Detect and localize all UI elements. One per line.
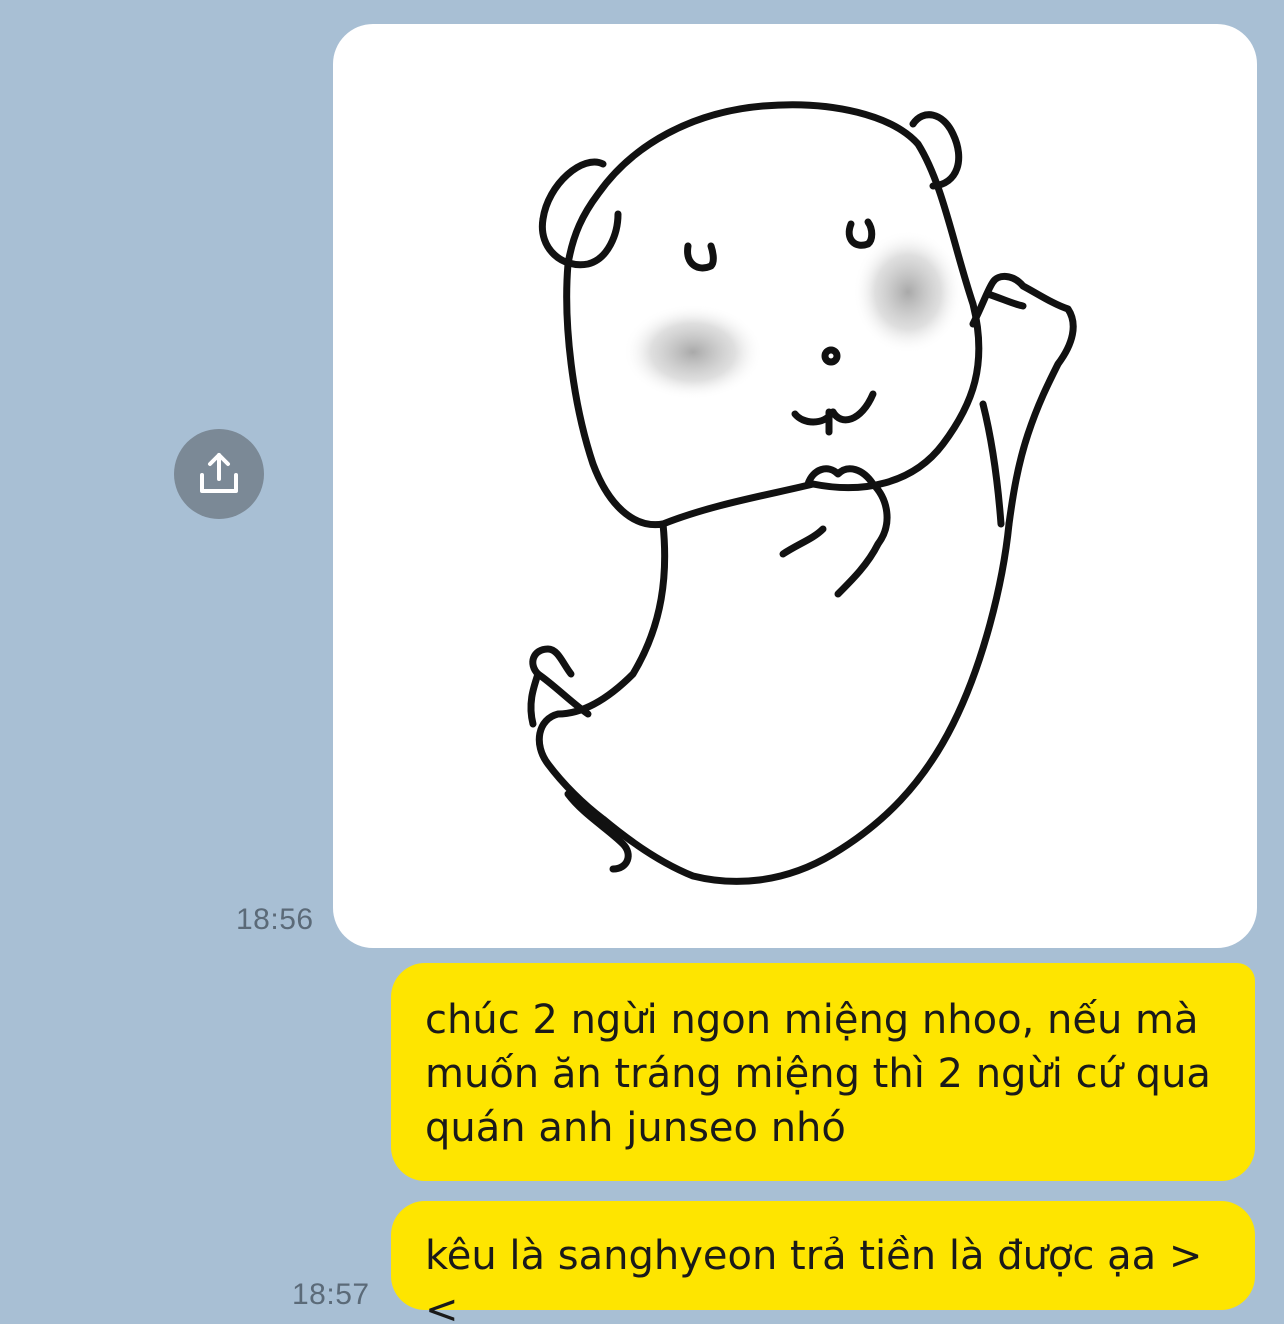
- sent-message-bubble[interactable]: chúc 2 ngừi ngon miệng nhoo, nếu mà muốn…: [391, 963, 1255, 1181]
- message-timestamp: 18:57: [292, 1278, 370, 1311]
- sticker-message[interactable]: [333, 24, 1257, 948]
- message-timestamp: 18:56: [236, 903, 314, 936]
- chat-area[interactable]: 18:56 chúc 2 ngừi ngon miệng nhoo, nếu m…: [0, 0, 1284, 1333]
- white-guinea-pig-waving-sticker: [527, 101, 1077, 885]
- share-button[interactable]: [174, 429, 264, 519]
- sent-message-bubble[interactable]: kêu là sanghyeon trả tiền là được ạa ><: [391, 1201, 1255, 1333]
- share-upload-icon: [200, 453, 238, 493]
